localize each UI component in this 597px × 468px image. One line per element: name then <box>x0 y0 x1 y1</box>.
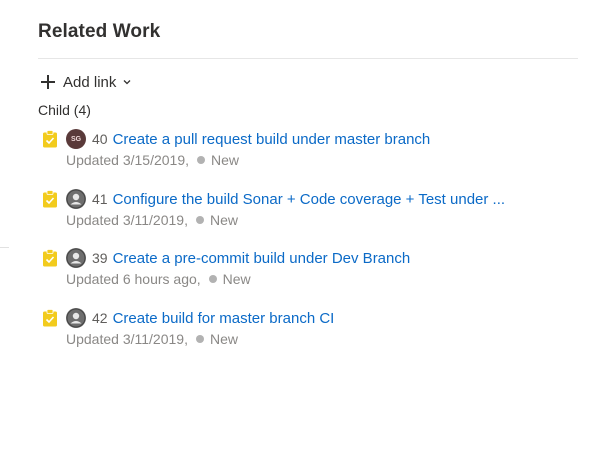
item-header-row: 39 Create a pre-commit build under Dev B… <box>38 247 410 269</box>
list-item: SG 40 Create a pull request build under … <box>38 128 578 176</box>
avatar-icon <box>66 189 86 209</box>
list-item: 39 Create a pre-commit build under Dev B… <box>38 247 578 295</box>
avatar[interactable] <box>66 189 86 209</box>
item-meta-row: Updated 3/11/2019, New <box>66 212 238 228</box>
item-meta-row: Updated 3/11/2019, New <box>66 331 238 347</box>
updated-text: Updated 3/11/2019, <box>66 212 188 228</box>
state-label: New <box>209 331 238 347</box>
item-header-row: SG 40 Create a pull request build under … <box>38 128 430 150</box>
work-item-id: 39 <box>92 250 108 266</box>
task-clipboard-icon <box>43 309 57 327</box>
state-dot-icon <box>208 275 217 283</box>
state-label: New <box>209 212 238 228</box>
state-label: New <box>222 271 251 287</box>
task-clipboard-icon <box>43 249 57 267</box>
section-title: Related Work <box>38 21 161 42</box>
work-item-title-link[interactable]: Create a pre-commit build under Dev Bran… <box>113 250 411 267</box>
avatar-initials: SG <box>70 135 82 143</box>
child-group-header: Child (4) <box>38 102 91 118</box>
work-item-title-link[interactable]: Create build for master branch CI <box>113 310 335 327</box>
title-divider <box>38 58 578 59</box>
related-work-panel: Related Work Add link Child (4) SG 40 Cr… <box>0 0 597 468</box>
updated-text: Updated 3/15/2019, <box>66 152 189 168</box>
avatar[interactable] <box>66 248 86 268</box>
item-header-row: 41 Configure the build Sonar + Code cove… <box>38 188 505 210</box>
work-item-title-link[interactable]: Configure the build Sonar + Code coverag… <box>113 191 505 208</box>
avatar[interactable] <box>66 308 86 328</box>
item-header-row: 42 Create build for master branch CI <box>38 307 334 329</box>
state-dot-icon <box>197 156 205 164</box>
work-item-id: 42 <box>92 310 108 326</box>
state-dot-icon <box>195 216 204 224</box>
task-clipboard-icon <box>43 190 57 208</box>
plus-icon <box>40 74 56 90</box>
state-label: New <box>211 152 240 168</box>
work-item-id: 40 <box>92 131 108 147</box>
updated-text: Updated 3/11/2019, <box>66 331 188 347</box>
state-dot-icon <box>195 335 204 343</box>
task-clipboard-icon <box>43 130 57 148</box>
avatar-icon <box>66 308 86 328</box>
item-meta-row: Updated 6 hours ago, New <box>66 271 251 287</box>
chevron-down-icon[interactable] <box>122 77 132 87</box>
item-meta-row: Updated 3/15/2019, New <box>66 152 239 168</box>
add-link-button[interactable]: Add link <box>40 72 132 92</box>
avatar-icon <box>66 248 86 268</box>
list-item: 42 Create build for master branch CI Upd… <box>38 307 578 355</box>
add-link-label: Add link <box>63 73 117 91</box>
work-item-title-link[interactable]: Create a pull request build under master… <box>113 131 431 148</box>
left-edge-divider <box>0 247 9 248</box>
list-item: 41 Configure the build Sonar + Code cove… <box>38 188 578 236</box>
updated-text: Updated 6 hours ago, <box>66 271 201 287</box>
work-item-id: 41 <box>92 191 108 207</box>
avatar[interactable]: SG <box>66 129 86 149</box>
